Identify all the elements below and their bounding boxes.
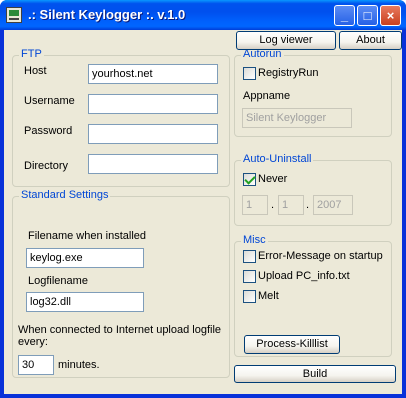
logfilename-input[interactable]: log32.dll: [26, 292, 144, 312]
melt-label: Melt: [258, 290, 279, 302]
maximize-button[interactable]: □: [357, 5, 378, 26]
date-separator: .: [306, 199, 310, 211]
upload-pcinfo-label: Upload PC_info.txt: [258, 270, 350, 282]
minutes-label: minutes.: [58, 359, 100, 371]
auto-uninstall-title: Auto-Uninstall: [241, 153, 314, 165]
standard-settings-title: Standard Settings: [19, 189, 111, 201]
appname-input[interactable]: Silent Keylogger: [242, 108, 352, 128]
never-checkbox[interactable]: [243, 173, 256, 186]
log-viewer-button[interactable]: Log viewer: [236, 31, 336, 50]
interval-input[interactable]: 30: [18, 355, 54, 375]
misc-group-title: Misc: [241, 234, 268, 246]
filename-input[interactable]: keylog.exe: [26, 248, 144, 268]
minimize-button[interactable]: _: [334, 5, 355, 26]
error-message-label: Error-Message on startup: [258, 250, 383, 262]
ftp-group-title: FTP: [19, 48, 44, 60]
uninstall-day-input[interactable]: 1: [242, 195, 268, 215]
registryrun-label: RegistryRun: [258, 67, 319, 79]
process-killlist-button[interactable]: Process-Killlist: [244, 335, 340, 354]
standard-settings-group: Standard Settings: [12, 189, 230, 378]
username-input[interactable]: [88, 94, 218, 114]
window-title: .: Silent Keylogger :. v.1.0: [28, 7, 186, 22]
password-label: Password: [24, 125, 73, 137]
directory-input[interactable]: [88, 154, 218, 174]
uninstall-year-input[interactable]: 2007: [313, 195, 353, 215]
melt-checkbox[interactable]: [243, 290, 256, 303]
upload-interval-label: When connected to Internet upload logfil…: [18, 324, 222, 348]
registryrun-checkbox[interactable]: [243, 67, 256, 80]
close-button[interactable]: ×: [380, 5, 401, 26]
app-window: .: Silent Keylogger :. v.1.0 _ □ × FTP H…: [0, 0, 406, 398]
about-button[interactable]: About: [339, 31, 402, 50]
app-icon: [6, 7, 22, 23]
host-label: Host: [24, 65, 47, 77]
auto-uninstall-group: Auto-Uninstall: [234, 153, 392, 226]
host-input[interactable]: yourhost.net: [88, 64, 218, 84]
uninstall-month-input[interactable]: 1: [278, 195, 304, 215]
client-area: FTP Host yourhost.net Username Password …: [4, 30, 402, 394]
directory-label: Directory: [24, 160, 69, 172]
build-button[interactable]: Build: [234, 365, 396, 383]
title-bar[interactable]: .: Silent Keylogger :. v.1.0 _ □ ×: [0, 0, 406, 30]
password-input[interactable]: [88, 124, 218, 144]
error-message-checkbox[interactable]: [243, 250, 256, 263]
never-label: Never: [258, 173, 288, 185]
logfilename-label: Logfilename: [28, 275, 88, 287]
date-separator: .: [271, 199, 275, 211]
upload-pcinfo-checkbox[interactable]: [243, 270, 256, 283]
appname-label: Appname: [243, 90, 291, 102]
username-label: Username: [24, 95, 75, 107]
filename-label: Filename when installed: [28, 230, 147, 242]
